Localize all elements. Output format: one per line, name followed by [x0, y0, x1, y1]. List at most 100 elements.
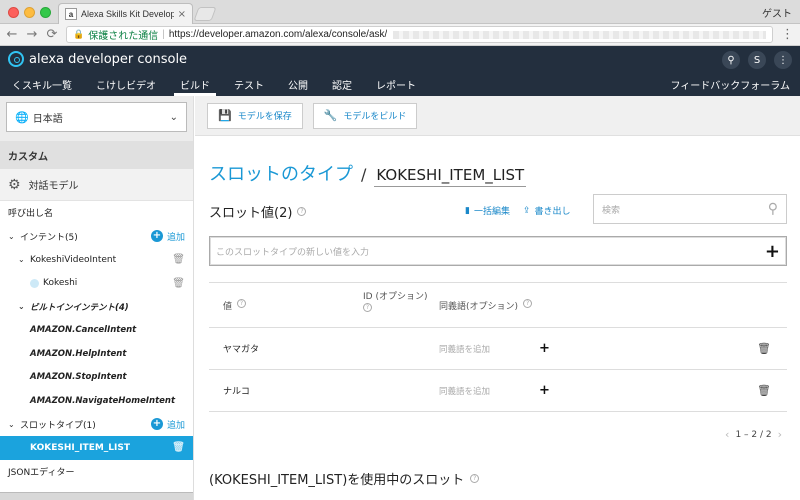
trash-icon[interactable]: 🗑: [172, 254, 185, 265]
sidebar-item-label: ビルトインインテント(4): [30, 302, 129, 313]
chevron-down-icon[interactable]: ⌄: [18, 255, 30, 264]
nav-certify[interactable]: 認定: [320, 72, 364, 96]
bulk-edit-button[interactable]: ▮ 一括編集: [465, 204, 510, 218]
more-menu-icon[interactable]: ⋮: [774, 51, 792, 69]
add-synonym-icon[interactable]: +: [539, 341, 559, 356]
nav-skill-name[interactable]: こけしビデオ: [84, 72, 168, 96]
secure-label: 保護された通信: [88, 31, 159, 42]
new-tab-button[interactable]: [193, 7, 217, 21]
search-input[interactable]: 検索 ⚲: [593, 194, 787, 224]
sidebar-item-label: スロットタイプ(1): [20, 420, 96, 431]
column-value-label: 値: [223, 302, 233, 312]
sidebar-item-cancel-intent[interactable]: AMAZON.CancelIntent: [0, 319, 193, 343]
sidebar-item-help-intent[interactable]: AMAZON.HelpIntent: [0, 342, 193, 366]
nav-reports[interactable]: レポート: [364, 72, 428, 96]
browser-tab-strip: a Alexa Skills Kit Developer Conso × ゲスト: [0, 0, 800, 24]
nav-publish[interactable]: 公開: [276, 72, 320, 96]
search-placeholder: 検索: [602, 205, 621, 216]
search-icon[interactable]: ⚲: [768, 201, 778, 217]
trash-icon[interactable]: 🗑: [172, 278, 185, 289]
synonym-input[interactable]: 同義語を追加: [439, 385, 539, 397]
sidebar-item-builtin-intents[interactable]: ⌄ ビルトインインテント(4): [0, 295, 193, 319]
column-id-label: ID (オプション): [363, 292, 428, 302]
save-model-label: モデルを保存: [237, 112, 292, 122]
main-nav: くスキル一覧 こけしビデオ ビルド テスト 公開 認定 レポート フィードバック…: [0, 72, 800, 96]
forward-arrow-icon[interactable]: →: [26, 28, 38, 41]
new-slot-value-input[interactable]: このスロットタイプの新しい値を入力 +: [209, 236, 787, 266]
upload-icon: ⇪: [523, 205, 531, 216]
slot-type-name-field[interactable]: KOKESHI_ITEM_LIST: [374, 166, 527, 187]
table-row: ヤマガタ 同義語を追加 + 🗑: [209, 328, 787, 370]
maximize-window-button[interactable]: [40, 7, 51, 18]
slot-value-cell[interactable]: ヤマガタ: [209, 342, 439, 355]
help-icon[interactable]: ?: [470, 474, 480, 483]
sidebar-item-intents[interactable]: ⌄ インテント(5) + 追加: [0, 225, 193, 249]
sidebar-item-slot-types[interactable]: ⌄ スロットタイプ(1) + 追加: [0, 413, 193, 437]
trash-icon[interactable]: 🗑: [757, 384, 787, 397]
sidebar-scrollbar[interactable]: [0, 492, 193, 500]
export-button[interactable]: ⇪ 書き出し: [523, 204, 571, 218]
save-model-button[interactable]: 💾 モデルを保存: [207, 102, 303, 129]
model-toolbar: 💾 モデルを保存 🔧 モデルをビルド: [195, 96, 800, 136]
plus-circle-icon: +: [150, 230, 163, 243]
sidebar-item-json-editor[interactable]: JSONエディター: [0, 460, 193, 484]
help-icon[interactable]: ?: [297, 207, 307, 216]
slot-value-cell[interactable]: ナルコ: [209, 384, 439, 397]
slot-types-link[interactable]: スロットのタイプ: [209, 160, 353, 186]
chevron-right-icon[interactable]: ›: [778, 428, 782, 441]
add-synonym-icon[interactable]: +: [539, 383, 559, 398]
table-header: 値 ? ID (オプション) ? 同義語(オプション) ?: [209, 282, 787, 328]
add-intent-button[interactable]: + 追加: [150, 230, 185, 243]
sidebar-item-stop-intent[interactable]: AMAZON.StopIntent: [0, 366, 193, 390]
address-bar[interactable]: 🔒 保護された通信 | https://developer.amazon.com…: [66, 26, 773, 43]
column-synonyms: 同義語(オプション) ?: [439, 283, 787, 327]
reload-icon[interactable]: ⟳: [46, 28, 58, 41]
guest-profile[interactable]: ゲスト: [762, 5, 792, 20]
nav-skill-list[interactable]: くスキル一覧: [0, 72, 84, 96]
search-icon[interactable]: ⚲: [722, 51, 740, 69]
back-arrow-icon[interactable]: ←: [6, 28, 18, 41]
add-value-plus-icon[interactable]: +: [765, 241, 780, 262]
help-icon[interactable]: ?: [523, 299, 533, 308]
trash-icon[interactable]: 🗑: [757, 342, 787, 355]
browser-menu-icon[interactable]: ⋮: [781, 27, 794, 42]
sidebar-item-kokeshi-intent[interactable]: ⌄ KokeshiVideoIntent 🗑: [0, 248, 193, 272]
column-synonyms-label: 同義語(オプション): [439, 302, 519, 312]
slot-values-table: 値 ? ID (オプション) ? 同義語(オプション) ? ヤマガタ 同義語を追…: [209, 282, 787, 412]
trash-icon[interactable]: 🗑: [172, 442, 185, 453]
sidebar-item-invocation[interactable]: 呼び出し名: [0, 201, 193, 225]
nav-test[interactable]: テスト: [222, 72, 276, 96]
nav-feedback-forum[interactable]: フィードバックフォーラム: [659, 72, 800, 96]
sidebar-item-kokeshi-item-list[interactable]: KOKESHI_ITEM_LIST 🗑: [0, 436, 193, 460]
slot-values-title: スロット値(2) ?: [209, 202, 307, 221]
url-text: https://developer.amazon.com/alexa/conso…: [168, 29, 388, 40]
tab-close-icon[interactable]: ×: [178, 9, 186, 20]
alexa-logo-icon: [8, 51, 24, 67]
help-icon[interactable]: ?: [363, 303, 372, 312]
add-slot-type-button[interactable]: + 追加: [150, 418, 185, 431]
nav-build[interactable]: ビルド: [168, 72, 222, 96]
help-icon[interactable]: ?: [237, 299, 247, 308]
chevron-down-icon[interactable]: ⌄: [8, 420, 20, 429]
main-content: 💾 モデルを保存 🔧 モデルをビルド スロットのタイプ / KOKESHI_IT…: [195, 96, 800, 500]
add-label: 追加: [166, 232, 185, 243]
column-id: ID (オプション) ?: [351, 283, 439, 327]
chevron-down-icon[interactable]: ⌄: [18, 302, 30, 311]
sidebar: 🌐 日本語 ⌄ カスタム ⚙ 対話モデル 呼び出し名 ⌄ インテント(5) + …: [0, 96, 194, 500]
sidebar-item-navigate-home-intent[interactable]: AMAZON.NavigateHomeIntent: [0, 389, 193, 413]
synonym-input[interactable]: 同義語を追加: [439, 343, 539, 355]
sidebar-item-kokeshi-slot[interactable]: Kokeshi 🗑: [0, 272, 193, 296]
minimize-window-button[interactable]: [24, 7, 35, 18]
close-window-button[interactable]: [8, 7, 19, 18]
bulk-edit-label: 一括編集: [473, 207, 510, 217]
brand[interactable]: alexa developer console: [8, 51, 187, 67]
language-select[interactable]: 🌐 日本語 ⌄: [6, 102, 187, 132]
browser-tab[interactable]: a Alexa Skills Kit Developer Conso ×: [58, 3, 193, 24]
build-model-button[interactable]: 🔧 モデルをビルド: [312, 102, 418, 129]
sidebar-item-interaction-model[interactable]: ⚙ 対話モデル: [0, 169, 193, 201]
add-label: 追加: [166, 420, 185, 431]
user-avatar[interactable]: S: [748, 51, 766, 69]
chevron-left-icon[interactable]: ‹: [725, 428, 729, 441]
save-icon: 💾: [218, 109, 232, 122]
chevron-down-icon[interactable]: ⌄: [8, 232, 20, 241]
